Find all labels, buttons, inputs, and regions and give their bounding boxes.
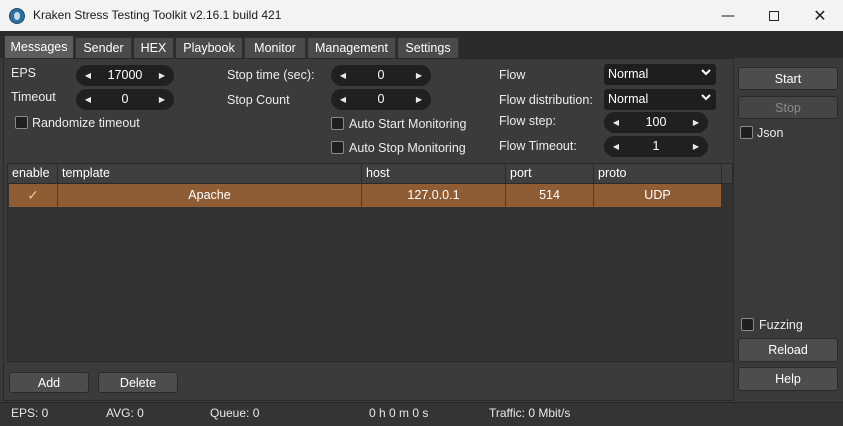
add-button[interactable]: Add bbox=[9, 372, 89, 393]
auto-start-monitoring-checkbox[interactable] bbox=[331, 117, 344, 130]
stop-time-value[interactable]: 0 bbox=[351, 65, 411, 86]
tab-monitor[interactable]: Monitor bbox=[244, 37, 306, 58]
tab-management[interactable]: Management bbox=[307, 37, 396, 58]
increment-icon[interactable]: ▶ bbox=[412, 65, 426, 86]
delete-button[interactable]: Delete bbox=[98, 372, 178, 393]
column-header-host[interactable]: host bbox=[362, 164, 506, 184]
increment-icon[interactable]: ▶ bbox=[155, 89, 169, 110]
flow-value: Normal bbox=[608, 67, 649, 81]
timeout-value[interactable]: 0 bbox=[96, 89, 154, 110]
enable-check-icon[interactable]: ✓ bbox=[9, 184, 58, 207]
eps-spinbox[interactable]: ◀ 17000 ▶ bbox=[76, 65, 174, 86]
row-template[interactable]: Apache bbox=[58, 184, 362, 207]
status-eps: EPS: 0 bbox=[11, 406, 49, 420]
column-header-enable[interactable]: enable bbox=[8, 164, 58, 184]
flow-select[interactable]: Normal bbox=[604, 64, 716, 85]
json-label: Json bbox=[757, 126, 784, 140]
decrement-icon[interactable]: ◀ bbox=[336, 65, 350, 86]
timeout-label: Timeout bbox=[11, 90, 56, 104]
fuzzing-label: Fuzzing bbox=[759, 318, 803, 332]
row-host[interactable]: 127.0.0.1 bbox=[362, 184, 506, 207]
increment-icon[interactable]: ▶ bbox=[412, 89, 426, 110]
tab-settings[interactable]: Settings bbox=[397, 37, 459, 58]
stop-count-label: Stop Count bbox=[227, 93, 290, 107]
decrement-icon[interactable]: ◀ bbox=[609, 112, 623, 133]
close-icon[interactable]: ✕ bbox=[797, 0, 843, 31]
column-header-template[interactable]: template bbox=[58, 164, 362, 184]
column-header-proto[interactable]: proto bbox=[594, 164, 722, 184]
flow-step-label: Flow step: bbox=[499, 114, 556, 128]
flow-distribution-label: Flow distribution: bbox=[499, 93, 593, 107]
eps-value[interactable]: 17000 bbox=[96, 65, 154, 86]
flow-timeout-label: Flow Timeout: bbox=[499, 139, 577, 153]
flow-distribution-select[interactable]: Normal bbox=[604, 89, 716, 110]
tab-messages[interactable]: Messages bbox=[4, 35, 74, 58]
increment-icon[interactable]: ▶ bbox=[689, 136, 703, 157]
fuzzing-checkbox[interactable] bbox=[741, 318, 754, 331]
decrement-icon[interactable]: ◀ bbox=[609, 136, 623, 157]
start-button[interactable]: Start bbox=[738, 67, 838, 90]
maximize-icon[interactable] bbox=[751, 0, 797, 31]
decrement-icon[interactable]: ◀ bbox=[81, 89, 95, 110]
chevron-down-icon bbox=[701, 94, 711, 101]
increment-icon[interactable]: ▶ bbox=[689, 112, 703, 133]
chevron-down-icon bbox=[701, 69, 711, 76]
minimize-icon[interactable]: — bbox=[705, 0, 751, 31]
title-bar: Kraken Stress Testing Toolkit v2.16.1 bu… bbox=[0, 0, 843, 31]
stop-time-spinbox[interactable]: ◀ 0 ▶ bbox=[331, 65, 431, 86]
tab-playbook[interactable]: Playbook bbox=[175, 37, 243, 58]
stop-count-value[interactable]: 0 bbox=[351, 89, 411, 110]
table-row[interactable]: ✓ Apache 127.0.0.1 514 UDP bbox=[9, 184, 721, 207]
randomize-timeout-checkbox[interactable] bbox=[15, 116, 28, 129]
status-elapsed: 0 h 0 m 0 s bbox=[369, 406, 429, 420]
status-traffic: Traffic: 0 Mbit/s bbox=[489, 406, 571, 420]
decrement-icon[interactable]: ◀ bbox=[81, 65, 95, 86]
row-proto[interactable]: UDP bbox=[594, 184, 721, 207]
app-logo-icon bbox=[9, 8, 25, 24]
auto-stop-monitoring-label: Auto Stop Monitoring bbox=[349, 141, 466, 155]
decrement-icon[interactable]: ◀ bbox=[336, 89, 350, 110]
templates-table: enable template host port proto ✓ Apache… bbox=[7, 163, 734, 362]
reload-button[interactable]: Reload bbox=[738, 338, 838, 362]
auto-stop-monitoring-checkbox[interactable] bbox=[331, 141, 344, 154]
flow-timeout-spinbox[interactable]: ◀ 1 ▶ bbox=[604, 136, 708, 157]
flow-step-value[interactable]: 100 bbox=[624, 112, 688, 133]
stop-count-spinbox[interactable]: ◀ 0 ▶ bbox=[331, 89, 431, 110]
eps-label: EPS bbox=[11, 66, 37, 80]
flow-label: Flow bbox=[499, 68, 526, 82]
stop-time-label: Stop time (sec): bbox=[227, 68, 315, 82]
status-avg: AVG: 0 bbox=[106, 406, 144, 420]
tab-hex[interactable]: HEX bbox=[133, 37, 174, 58]
window-title: Kraken Stress Testing Toolkit v2.16.1 bu… bbox=[33, 8, 282, 22]
help-button[interactable]: Help bbox=[738, 367, 838, 391]
increment-icon[interactable]: ▶ bbox=[155, 65, 169, 86]
flow-distribution-value: Normal bbox=[608, 92, 649, 106]
auto-start-monitoring-label: Auto Start Monitoring bbox=[349, 117, 467, 131]
row-port[interactable]: 514 bbox=[506, 184, 594, 207]
flow-step-spinbox[interactable]: ◀ 100 ▶ bbox=[604, 112, 708, 133]
stop-button[interactable]: Stop bbox=[738, 96, 838, 119]
json-checkbox[interactable] bbox=[740, 126, 753, 139]
column-header-spacer bbox=[722, 164, 733, 184]
timeout-spinbox[interactable]: ◀ 0 ▶ bbox=[76, 89, 174, 110]
tab-sender[interactable]: Sender bbox=[75, 37, 132, 58]
randomize-timeout-label: Randomize timeout bbox=[32, 116, 140, 130]
column-header-port[interactable]: port bbox=[506, 164, 594, 184]
flow-timeout-value[interactable]: 1 bbox=[624, 136, 688, 157]
status-queue: Queue: 0 bbox=[210, 406, 260, 420]
